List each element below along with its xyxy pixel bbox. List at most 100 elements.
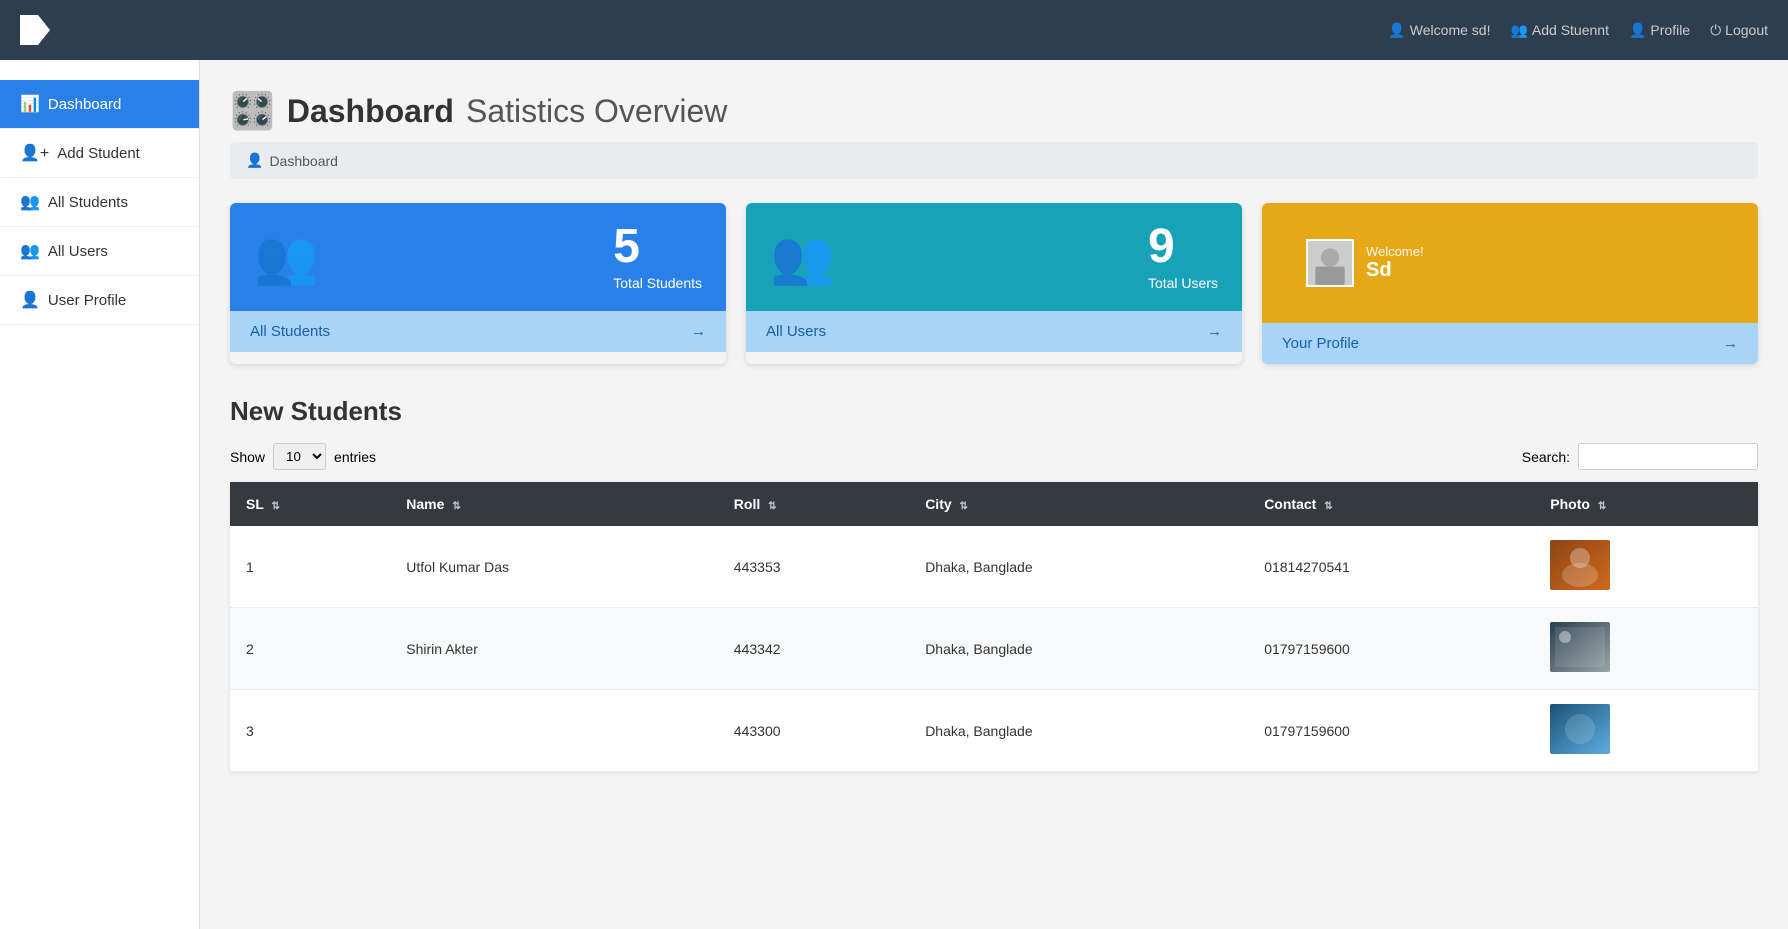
photo-thumbnail [1550, 704, 1610, 754]
main-content: 🎛️ Dashboard Satistics Overview 👤 Dashbo… [200, 60, 1788, 929]
entries-label: entries [334, 449, 376, 465]
table-row: 2 Shirin Akter 443342 Dhaka, Banglade 01… [230, 608, 1758, 690]
cell-sl: 3 [230, 690, 390, 772]
dashboard-title-icon: 🎛️ [230, 90, 275, 132]
sidebar-label-add-student: Add Student [57, 145, 140, 162]
stat-card-profile: Welcome! Sd Your Profile → [1262, 203, 1758, 364]
sort-sl-icon[interactable]: ⇅ [272, 501, 280, 512]
welcome-avatar [1306, 239, 1354, 287]
stat-card-profile-link[interactable]: Your Profile → [1262, 323, 1758, 364]
search-label: Search: [1522, 449, 1570, 465]
cell-sl: 1 [230, 526, 390, 608]
sidebar-item-dashboard[interactable]: 📊 Dashboard [0, 80, 199, 129]
stat-card-profile-top: Welcome! Sd [1262, 203, 1758, 323]
sidebar-label-all-students: All Students [48, 194, 128, 211]
add-student-icon: 👤+ [20, 143, 49, 163]
students-count: 5 [613, 223, 702, 271]
stat-card-students-link[interactable]: All Students → [230, 311, 726, 352]
arrow-right-users-icon: → [1207, 323, 1222, 340]
cell-contact: 01797159600 [1248, 690, 1534, 772]
cell-contact: 01797159600 [1248, 608, 1534, 690]
stat-card-students: 👥 5 Total Students All Students → [230, 203, 726, 364]
col-contact: Contact ⇅ [1248, 482, 1534, 526]
logout-icon: ⏻ [1710, 22, 1721, 39]
col-city: City ⇅ [909, 482, 1248, 526]
cell-roll: 443300 [718, 690, 909, 772]
search-input[interactable] [1578, 443, 1758, 470]
cell-photo [1534, 690, 1758, 772]
entries-select[interactable]: 10 25 50 [273, 443, 326, 470]
welcome-greeting: Welcome! [1366, 244, 1424, 259]
show-entries: Show 10 25 50 entries [230, 443, 376, 470]
cell-contact: 01814270541 [1248, 526, 1534, 608]
page-title: 🎛️ Dashboard Satistics Overview [230, 90, 1758, 132]
welcome-top: Welcome! Sd [1286, 223, 1444, 303]
table-head: SL ⇅ Name ⇅ Roll ⇅ City ⇅ Contact ⇅ Phot… [230, 482, 1758, 526]
photo-thumbnail [1550, 540, 1610, 590]
students-stat-info: 5 Total Students [613, 223, 702, 291]
welcome-text: Welcome sd! [1410, 22, 1491, 38]
new-students-section: New Students Show 10 25 50 entries Searc… [230, 396, 1758, 772]
navbar-brand [20, 15, 50, 45]
cell-city: Dhaka, Banglade [909, 690, 1248, 772]
sidebar-item-all-students[interactable]: 👥 All Students [0, 178, 199, 227]
profile-nav-label: Profile [1650, 22, 1690, 38]
table-controls: Show 10 25 50 entries Search: [230, 443, 1758, 470]
users-stat-icon: 👥 [770, 227, 835, 288]
navbar-right: 👤 Welcome sd! 👥 Add Stuennt 👤 Profile ⏻ … [1388, 22, 1768, 39]
sort-name-icon[interactable]: ⇅ [452, 501, 460, 512]
table-header-row: SL ⇅ Name ⇅ Roll ⇅ City ⇅ Contact ⇅ Phot… [230, 482, 1758, 526]
cell-name: Shirin Akter [390, 608, 718, 690]
cell-name [390, 690, 718, 772]
logo-icon [20, 15, 50, 45]
cell-city: Dhaka, Banglade [909, 608, 1248, 690]
sort-roll-icon[interactable]: ⇅ [768, 501, 776, 512]
welcome-text-block: Welcome! Sd [1366, 244, 1424, 282]
cell-roll: 443342 [718, 608, 909, 690]
all-students-link-text: All Students [250, 323, 330, 340]
sidebar-item-all-users[interactable]: 👥 All Users [0, 227, 199, 276]
stat-card-users: 👥 9 Total Users All Users → [746, 203, 1242, 364]
breadcrumb: 👤 Dashboard [230, 142, 1758, 179]
cell-photo [1534, 526, 1758, 608]
sidebar-item-user-profile[interactable]: 👤 User Profile [0, 276, 199, 325]
sort-contact-icon[interactable]: ⇅ [1324, 501, 1332, 512]
col-sl: SL ⇅ [230, 482, 390, 526]
stats-row: 👥 5 Total Students All Students → 👥 9 [230, 203, 1758, 364]
cell-sl: 2 [230, 608, 390, 690]
cell-name: Utfol Kumar Das [390, 526, 718, 608]
welcome-name: Sd [1366, 259, 1424, 282]
col-photo: Photo ⇅ [1534, 482, 1758, 526]
users-stat-info: 9 Total Users [1148, 223, 1218, 291]
breadcrumb-icon: 👤 [246, 152, 263, 169]
add-user-icon: 👥 [1510, 22, 1527, 39]
col-roll: Roll ⇅ [718, 482, 909, 526]
sort-photo-icon[interactable]: ⇅ [1598, 501, 1606, 512]
sidebar-label-user-profile: User Profile [48, 292, 126, 309]
welcome-link[interactable]: 👤 Welcome sd! [1388, 22, 1490, 39]
sort-city-icon[interactable]: ⇅ [960, 501, 968, 512]
arrow-right-profile-icon: → [1723, 335, 1738, 352]
search-box: Search: [1522, 443, 1758, 470]
add-student-nav-link[interactable]: 👥 Add Stuennt [1510, 22, 1609, 39]
breadcrumb-text: Dashboard [269, 153, 338, 169]
add-student-nav-label: Add Stuennt [1532, 22, 1609, 38]
data-table: SL ⇅ Name ⇅ Roll ⇅ City ⇅ Contact ⇅ Phot… [230, 482, 1758, 772]
user-icon: 👤 [1388, 22, 1405, 39]
profile-nav-icon: 👤 [1629, 22, 1646, 39]
stat-card-users-link[interactable]: All Users → [746, 311, 1242, 352]
layout: 📊 Dashboard 👤+ Add Student 👥 All Student… [0, 60, 1788, 929]
all-users-icon: 👥 [20, 241, 40, 261]
profile-nav-link[interactable]: 👤 Profile [1629, 22, 1690, 39]
show-label: Show [230, 449, 265, 465]
users-count: 9 [1148, 223, 1218, 271]
table-row: 1 Utfol Kumar Das 443353 Dhaka, Banglade… [230, 526, 1758, 608]
table-row: 3 443300 Dhaka, Banglade 01797159600 [230, 690, 1758, 772]
dashboard-icon: 📊 [20, 94, 40, 114]
section-title: New Students [230, 396, 1758, 427]
title-main: Dashboard [287, 93, 454, 130]
title-sub: Satistics Overview [466, 93, 727, 130]
sidebar-item-add-student[interactable]: 👤+ Add Student [0, 129, 199, 178]
logout-link[interactable]: ⏻ Logout [1710, 22, 1768, 39]
user-profile-icon: 👤 [20, 290, 40, 310]
